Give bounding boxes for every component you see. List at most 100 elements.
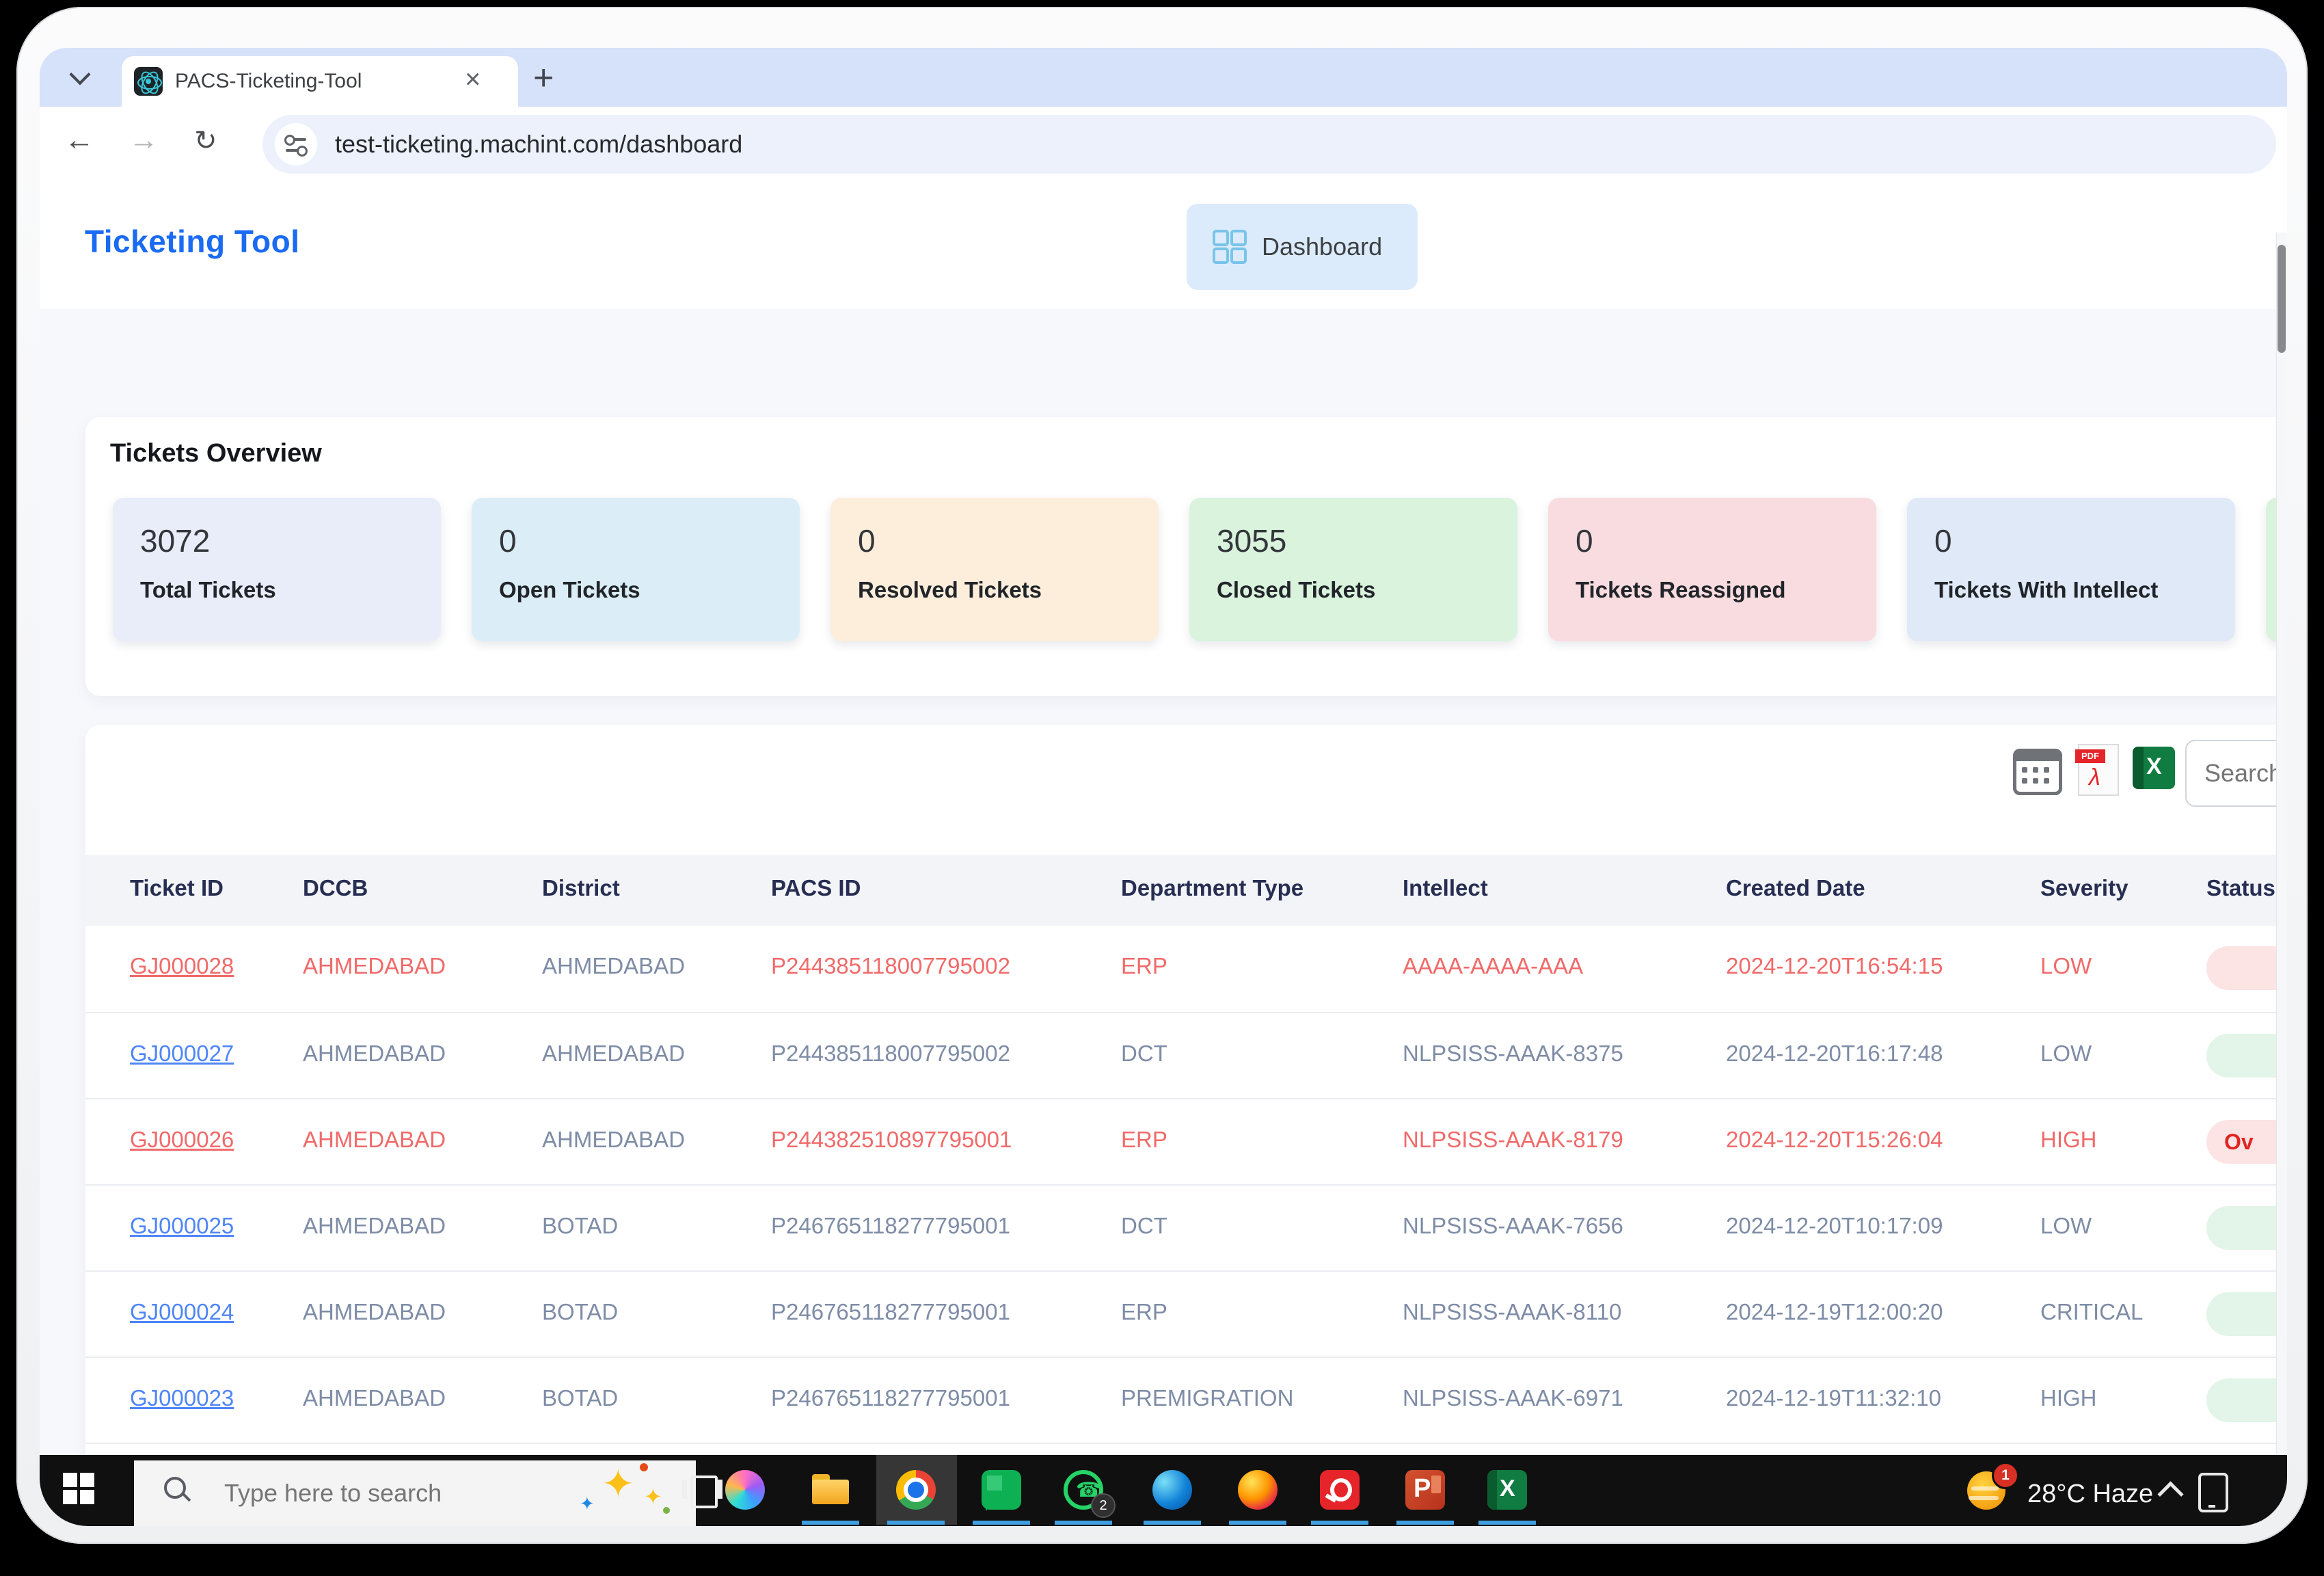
start-button-icon[interactable] [63, 1473, 96, 1506]
chrome-icon[interactable] [896, 1470, 936, 1510]
tickets-overview-title: Tickets Overview [110, 439, 322, 468]
stat-card-closed-tickets: 3055 Closed Tickets [1189, 498, 1517, 641]
column-header[interactable]: District [542, 875, 620, 901]
export-pdf-icon[interactable]: PDFλ [2078, 744, 2119, 796]
address-bar[interactable]: test-ticketing.machint.com/dashboard [262, 115, 2276, 174]
whatsapp-icon[interactable]: ☎ 2 [1064, 1470, 1103, 1510]
stat-value: 0 [1934, 522, 1952, 559]
sparkle-icon: ✦ [602, 1460, 635, 1507]
reload-icon[interactable]: ↻ [194, 125, 217, 157]
browser-tabstrip: PACS-Ticketing-Tool × + [40, 48, 2287, 107]
ticket-id-link[interactable]: GJ000024 [130, 1299, 234, 1325]
browser-tab[interactable]: PACS-Ticketing-Tool × [122, 56, 518, 107]
excel-icon[interactable]: X [1487, 1470, 1527, 1510]
pacs-id-cell: P246765118277795001 [771, 1385, 1010, 1411]
table-row: GJ000027 AHMEDABAD AHMEDABAD P2443851180… [85, 1012, 2287, 1099]
status-badge [2206, 1292, 2287, 1336]
stat-label: Resolved Tickets [858, 577, 1042, 603]
tab-close-icon[interactable]: × [465, 64, 481, 95]
copilot-icon[interactable] [725, 1470, 765, 1510]
column-header[interactable]: PACS ID [771, 875, 861, 901]
acrobat-icon[interactable] [1320, 1470, 1360, 1510]
device-mockup: PACS-Ticketing-Tool × + ← → ↻ test-ticke… [0, 0, 2324, 1576]
forward-icon[interactable]: → [129, 123, 159, 157]
sparkle-small-icon: ✦ [644, 1484, 662, 1510]
table-row: GJ000024 AHMEDABAD BOTAD P24676511827779… [85, 1270, 2287, 1358]
tickets-overview-card: Tickets Overview 3072 Total Tickets 0 Op… [85, 417, 2287, 696]
weather-notification-badge: 1 [1992, 1462, 2019, 1489]
running-indicator [1311, 1521, 1368, 1525]
windows-taskbar: ✦ ✦ ✦ ☎ 2 [40, 1455, 2287, 1526]
tab-title: PACS-Ticketing-Tool [175, 70, 362, 93]
stat-label: Closed Tickets [1217, 577, 1375, 603]
column-header[interactable]: Severity [2040, 875, 2128, 901]
stat-value: 0 [499, 522, 517, 559]
screen: PACS-Ticketing-Tool × + ← → ↻ test-ticke… [40, 48, 2287, 1526]
calendar-filter-icon[interactable] [2013, 749, 2062, 795]
ticket-id-link[interactable]: GJ000025 [130, 1213, 234, 1239]
table-row: GJ000026 AHMEDABAD AHMEDABAD P2443825108… [85, 1098, 2287, 1186]
dccb-cell: AHMEDABAD [303, 1041, 446, 1067]
intellect-cell: NLPSISS-AAAK-8179 [1403, 1127, 1623, 1153]
column-header[interactable]: DCCB [303, 875, 368, 901]
site-settings-icon[interactable] [275, 123, 317, 165]
stat-value: 0 [1576, 522, 1593, 559]
google-chat-icon[interactable] [982, 1470, 1021, 1510]
running-indicator [973, 1521, 1030, 1525]
task-view-icon[interactable] [682, 1470, 722, 1510]
table-row: GJ000025 AHMEDABAD BOTAD P24676511827779… [85, 1184, 2287, 1272]
table-row: GJ000023 AHMEDABAD BOTAD P24676511827779… [85, 1357, 2287, 1444]
dccb-cell: AHMEDABAD [303, 1213, 446, 1239]
pacs-id-cell: P246765118277795001 [771, 1213, 1010, 1239]
new-tab-button[interactable]: + [533, 57, 554, 98]
weather-text[interactable]: 28°C Haze [2027, 1480, 2153, 1509]
url-text: test-ticketing.machint.com/dashboard [335, 130, 742, 159]
edge-icon[interactable] [1152, 1470, 1192, 1510]
severity-cell: HIGH [2040, 1127, 2097, 1153]
app-title: Ticketing Tool [85, 223, 300, 260]
dashboard-button-label: Dashboard [1262, 232, 1382, 261]
department-type-cell: ERP [1121, 1299, 1167, 1325]
stat-card-resolved-tickets: 0 Resolved Tickets [830, 498, 1159, 641]
created-date-cell: 2024-12-19T12:00:20 [1726, 1299, 1943, 1325]
file-explorer-icon[interactable] [811, 1470, 850, 1510]
running-indicator [1396, 1521, 1454, 1525]
dashboard-button[interactable]: Dashboard [1187, 204, 1418, 290]
stat-value: 3072 [140, 522, 210, 559]
severity-cell: LOW [2040, 1041, 2092, 1067]
running-indicator [887, 1521, 945, 1525]
column-header[interactable]: Created Date [1726, 875, 1865, 901]
ticket-id-link[interactable]: GJ000028 [130, 953, 234, 979]
pacs-id-cell: P244385118007795002 [771, 953, 1010, 979]
table-search-input[interactable] [2185, 740, 2287, 807]
column-header[interactable]: Department Type [1121, 875, 1303, 901]
tab-search-chevron-icon[interactable] [69, 64, 90, 85]
intellect-cell: NLPSISS-AAAK-8375 [1403, 1041, 1623, 1067]
back-icon[interactable]: ← [64, 123, 94, 157]
vertical-scrollbar[interactable] [2276, 232, 2287, 1503]
stat-value: 0 [858, 522, 876, 559]
department-type-cell: DCT [1121, 1213, 1167, 1239]
column-header[interactable]: Status [2206, 875, 2275, 901]
stat-card-open-tickets: 0 Open Tickets [472, 498, 800, 641]
column-header[interactable]: Intellect [1403, 875, 1488, 901]
running-indicator [1055, 1521, 1112, 1525]
stat-label: Open Tickets [499, 577, 640, 603]
department-type-cell: ERP [1121, 953, 1167, 979]
whatsapp-badge: 2 [1091, 1493, 1116, 1518]
ticket-id-link[interactable]: GJ000027 [130, 1041, 234, 1067]
powerpoint-icon[interactable]: P [1405, 1470, 1445, 1510]
intellect-cell: NLPSISS-AAAK-6971 [1403, 1385, 1623, 1411]
export-excel-icon[interactable]: X [2133, 747, 2175, 789]
ticket-id-link[interactable]: GJ000023 [130, 1385, 234, 1411]
district-cell: AHMEDABAD [542, 953, 685, 979]
scrollbar-thumb[interactable] [2278, 245, 2286, 353]
device-icon[interactable] [2198, 1473, 2228, 1512]
dccb-cell: AHMEDABAD [303, 1299, 446, 1325]
running-indicator [1144, 1521, 1201, 1525]
ticket-id-link[interactable]: GJ000026 [130, 1127, 234, 1153]
firefox-icon[interactable] [1238, 1470, 1278, 1510]
tickets-table-card: PDFλ X Ticket ID DCCB District PACS ID D… [85, 725, 2287, 1526]
show-hidden-icons-chevron[interactable] [2157, 1481, 2183, 1507]
column-header[interactable]: Ticket ID [130, 875, 224, 901]
